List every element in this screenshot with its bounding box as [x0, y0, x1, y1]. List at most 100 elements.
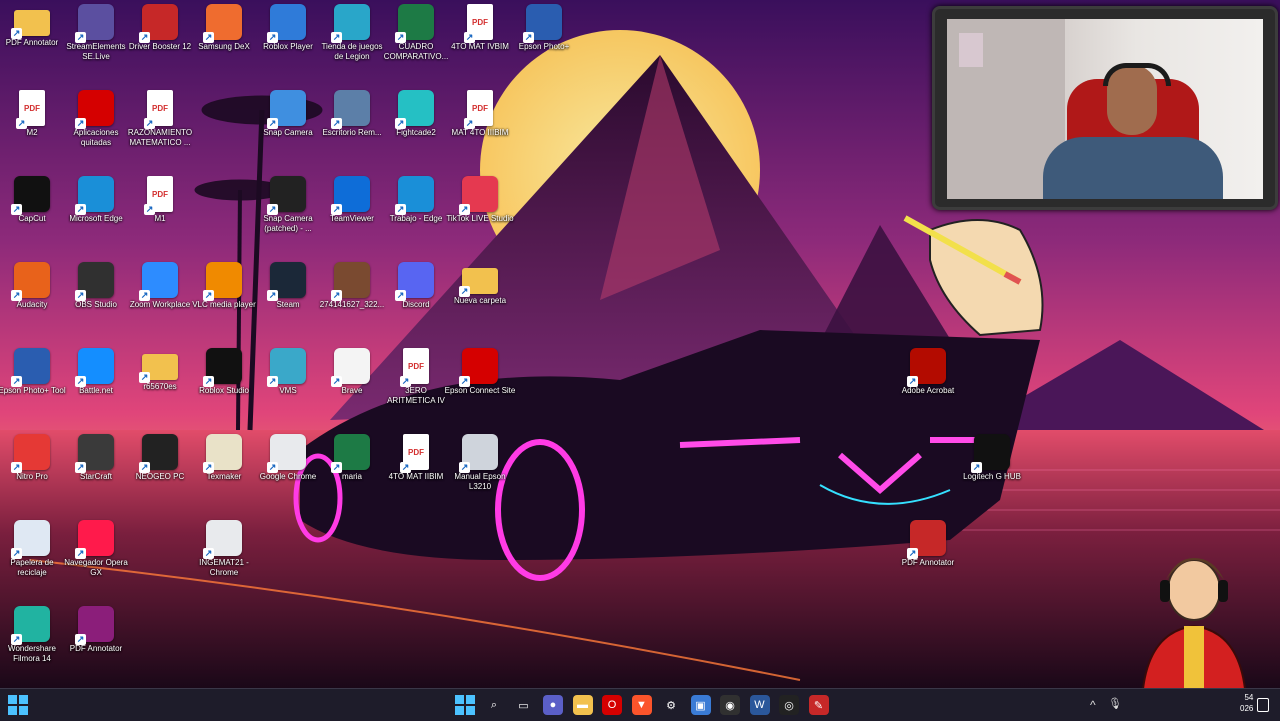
desktop-shortcut-label: Snap Camera (patched) - ...: [263, 214, 313, 233]
desktop-shortcut-label: VMS: [279, 386, 297, 395]
taskbar-obs-icon[interactable]: ◉: [720, 695, 740, 715]
desktop-shortcut[interactable]: ↗ StreamElements SE.Live: [60, 2, 132, 62]
taskbar-task-view-icon[interactable]: ▭: [514, 695, 534, 715]
desktop-shortcut[interactable]: ↗ maria: [316, 432, 388, 482]
shortcut-arrow-icon: ↗: [459, 204, 470, 215]
desktop-shortcut[interactable]: PDF ↗ M2: [0, 88, 68, 138]
desktop-shortcut[interactable]: ↗ Snap Camera: [252, 88, 324, 138]
shortcut-arrow-icon: ↗: [139, 32, 150, 43]
desktop-shortcut[interactable]: ↗ Snap Camera (patched) - ...: [252, 174, 324, 234]
shortcut-arrow-icon: ↗: [464, 32, 475, 43]
desktop-shortcut[interactable]: ↗ Manual Epson L3210: [444, 432, 516, 492]
shortcut-arrow-icon: ↗: [395, 204, 406, 215]
desktop-shortcut[interactable]: ↗ CUADRO COMPARATIVO...: [380, 2, 452, 62]
desktop-shortcut[interactable]: ↗ Discord: [380, 260, 452, 310]
taskbar-settings-icon[interactable]: ⚙: [661, 695, 681, 715]
desktop-shortcut[interactable]: ↗ Papelera de reciclaje: [0, 518, 68, 578]
desktop-shortcut[interactable]: ↗ Epson Photo+: [508, 2, 580, 52]
desktop-shortcut[interactable]: ↗ Audacity: [0, 260, 68, 310]
desktop-shortcut[interactable]: ↗ TeamViewer: [316, 174, 388, 224]
desktop-shortcut[interactable]: PDF ↗ 4TO MAT IVBIM: [444, 2, 516, 52]
tray-chevron[interactable]: ^: [1090, 698, 1096, 712]
desktop-shortcut[interactable]: ↗ TikTok LIVE Studio: [444, 174, 516, 224]
desktop-shortcut-label: Discord: [402, 300, 430, 309]
shortcut-arrow-icon: ↗: [331, 462, 342, 473]
desktop-shortcut[interactable]: ↗ Adobe Acrobat: [892, 346, 964, 396]
shortcut-arrow-icon: ↗: [11, 28, 22, 39]
desktop-shortcut[interactable]: ↗ Epson Connect Site: [444, 346, 516, 396]
desktop-shortcut[interactable]: ↗ Steam: [252, 260, 324, 310]
desktop-shortcut[interactable]: ↗ Brave: [316, 346, 388, 396]
desktop-shortcut-label: Nitro Pro: [16, 472, 48, 481]
start-button[interactable]: [8, 695, 28, 715]
desktop-shortcut[interactable]: PDF ↗ 3ERO ARITMETICA IV: [380, 346, 452, 406]
battlenet-icon: ↗: [75, 348, 114, 387]
shortcut-arrow-icon: ↗: [400, 462, 411, 473]
taskbar-video-call-icon[interactable]: ●: [543, 695, 563, 715]
desktop-shortcut[interactable]: ↗ Wondershare Filmora 14: [0, 604, 68, 664]
desktop-shortcut[interactable]: ↗ Zoom Workplace: [124, 260, 196, 310]
clock[interactable]: 54 026: [1240, 692, 1253, 714]
desktop-shortcut[interactable]: PDF ↗ RAZONAMIENTO MATEMATICO ...: [124, 88, 196, 148]
desktop-shortcut[interactable]: PDF ↗ MAT 4TO IIIBIM: [444, 88, 516, 138]
desktop-shortcut[interactable]: ↗ Battle.net: [60, 346, 132, 396]
desktop-shortcut-label: r65670es: [143, 382, 177, 391]
desktop-shortcut[interactable]: ↗ OBS Studio: [60, 260, 132, 310]
desktop-shortcut[interactable]: ↗ Nitro Pro: [0, 432, 68, 482]
desktop-shortcut[interactable]: ↗ Escritorio Rem...: [316, 88, 388, 138]
desktop-shortcut-label: Steam: [276, 300, 300, 309]
microphone-icon[interactable]: 🎙: [1108, 697, 1122, 710]
taskbar-opera-icon[interactable]: O: [602, 695, 622, 715]
desktop-shortcut[interactable]: ↗ Google Chrome: [252, 432, 324, 482]
desktop-shortcut[interactable]: ↗ VLC media player: [188, 260, 260, 310]
desktop-shortcut[interactable]: PDF ↗ 4TO MAT IIBIM: [380, 432, 452, 482]
desktop-shortcut[interactable]: ↗ VMS: [252, 346, 324, 396]
desktop-shortcut[interactable]: ↗ NEOGEO PC: [124, 432, 196, 482]
recycle-bin-icon: ↗: [11, 520, 50, 559]
taskbar-snap-camera-icon[interactable]: ◎: [779, 695, 799, 715]
acrobat-icon: ↗: [907, 348, 946, 387]
desktop-shortcut[interactable]: ↗ Nueva carpeta: [444, 260, 516, 306]
taskbar-file-explorer-icon[interactable]: ▬: [572, 695, 593, 715]
desktop-shortcut[interactable]: ↗ Samsung DeX: [188, 2, 260, 52]
shortcut-arrow-icon: ↗: [11, 204, 22, 215]
desktop-shortcut[interactable]: ↗ Fightcade2: [380, 88, 452, 138]
desktop-shortcut[interactable]: ↗ PDF Annotator: [60, 604, 132, 654]
shortcut-arrow-icon: ↗: [203, 290, 214, 301]
desktop-shortcut[interactable]: ↗ StarCraft: [60, 432, 132, 482]
desktop-shortcut[interactable]: ↗ Microsoft Edge: [60, 174, 132, 224]
desktop-shortcut-label: PDF Annotator: [69, 644, 123, 653]
desktop-shortcut[interactable]: ↗ r65670es: [124, 346, 196, 392]
taskbar-brave-icon[interactable]: ▼: [631, 695, 652, 715]
start-menu-button-center[interactable]: [455, 695, 475, 715]
desktop-shortcut[interactable]: ↗ PDF Annotator: [892, 518, 964, 568]
desktop-shortcut[interactable]: ↗ Aplicaciones quitadas: [60, 88, 132, 148]
desktop-shortcut[interactable]: ↗ Roblox Player: [252, 2, 324, 52]
desktop-shortcut[interactable]: ↗ Trabajo - Edge: [380, 174, 452, 224]
desktop-shortcut[interactable]: ↗ Driver Booster 12: [124, 2, 196, 52]
desktop-shortcut-label: Google Chrome: [259, 472, 317, 481]
desktop-shortcut[interactable]: ↗ Navegador Opera GX: [60, 518, 132, 578]
desktop-shortcut[interactable]: ↗ PDF Annotator: [0, 2, 68, 48]
desktop-shortcut[interactable]: ↗ Logitech G HUB: [956, 432, 1028, 482]
epson-photo-icon: ↗: [523, 4, 562, 43]
shortcut-arrow-icon: ↗: [267, 462, 278, 473]
desktop-shortcut[interactable]: ↗ Texmaker: [188, 432, 260, 482]
shortcut-arrow-icon: ↗: [459, 376, 470, 387]
desktop-shortcut[interactable]: PDF ↗ M1: [124, 174, 196, 224]
desktop-shortcut[interactable]: ↗ Tienda de juegos de Legion: [316, 2, 388, 62]
desktop-shortcut-label: Epson Photo+: [518, 42, 570, 51]
taskbar-search-icon[interactable]: ⌕: [484, 695, 504, 715]
desktop-shortcut[interactable]: ↗ Epson Photo+ Tool: [0, 346, 68, 396]
desktop-shortcut[interactable]: ↗ CapCut: [0, 174, 68, 224]
desktop-shortcut[interactable]: ↗ Roblox Studio: [188, 346, 260, 396]
desktop-shortcut[interactable]: ↗ INGEMAT21 - Chrome: [188, 518, 260, 578]
taskbar-photos-icon[interactable]: ▣: [690, 695, 711, 715]
taskbar-word-icon[interactable]: W: [749, 695, 770, 715]
desktop-shortcut-label: Microsoft Edge: [69, 214, 123, 223]
shortcut-arrow-icon: ↗: [203, 32, 214, 43]
desktop-shortcut[interactable]: ↗ 274141627_322...: [316, 260, 388, 310]
notification-icon[interactable]: [1257, 698, 1269, 712]
folder-icon: ↗: [459, 268, 498, 297]
taskbar-pdf-annotator-icon[interactable]: ✎: [808, 695, 829, 715]
